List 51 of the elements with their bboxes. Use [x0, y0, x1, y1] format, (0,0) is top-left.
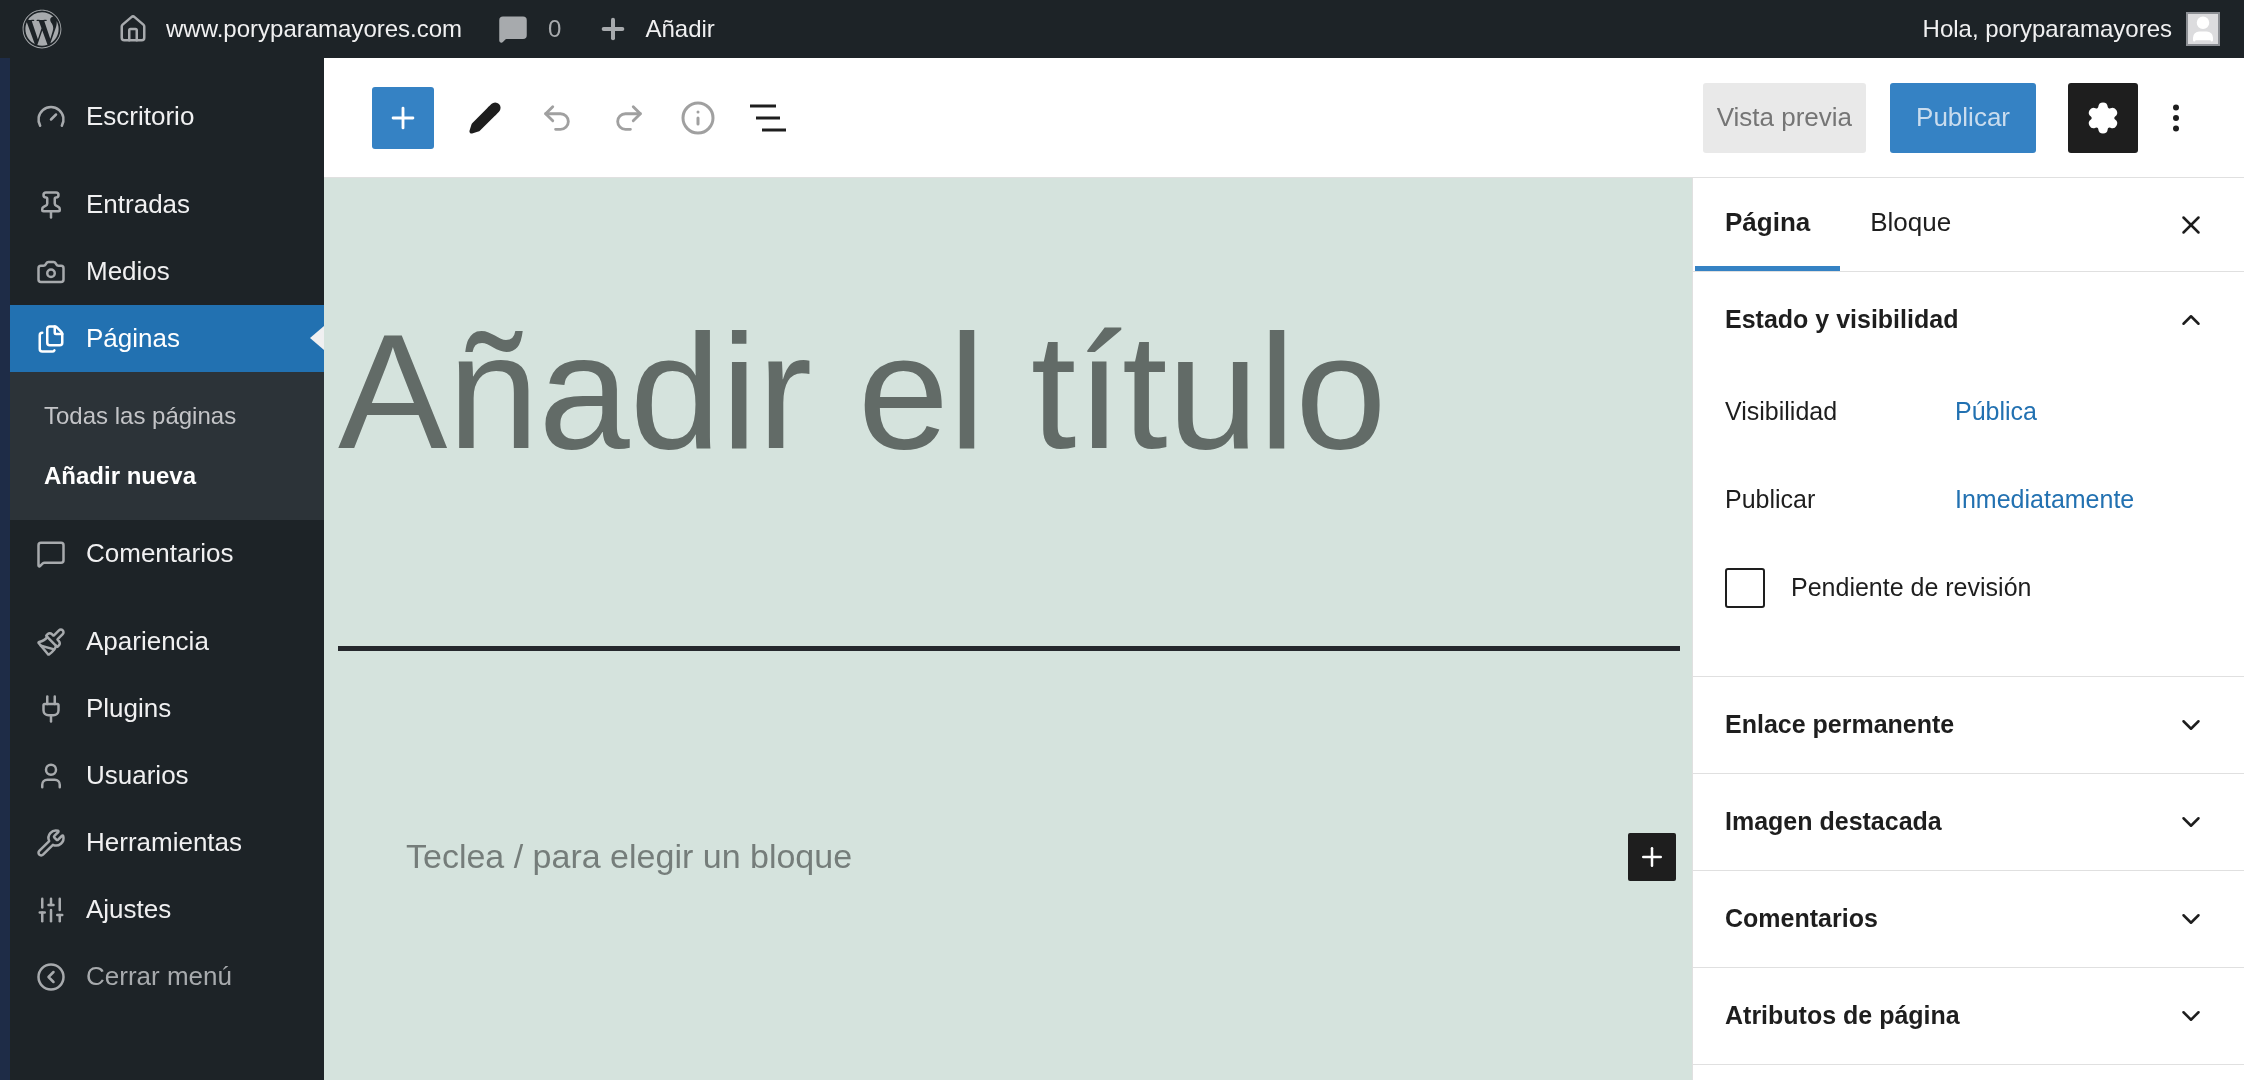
submenu-item[interactable]: Todas las páginas	[10, 386, 324, 446]
avatar-icon[interactable]	[2186, 12, 2220, 46]
sidebar-item[interactable]: Ajustes	[10, 876, 324, 943]
sidebar-item[interactable]: Cerrar menú	[10, 943, 324, 1010]
pencil-icon[interactable]	[468, 100, 502, 135]
new-link[interactable]: Añadir	[645, 11, 715, 47]
sidebar-item[interactable]: Usuarios	[10, 742, 324, 809]
checkbox[interactable]	[1725, 568, 1765, 608]
pages-icon	[36, 323, 66, 354]
wordpress-logo-icon[interactable]	[22, 9, 62, 49]
section-title: Atributos de página	[1725, 1000, 1960, 1032]
home-icon[interactable]	[118, 14, 148, 44]
sidebar-item[interactable]: Escritorio	[10, 83, 324, 150]
submenu-item[interactable]: Añadir nueva	[10, 446, 324, 506]
comment-count[interactable]: 0	[548, 11, 562, 47]
greeting-link[interactable]: Hola, poryparamayores	[1922, 11, 2172, 47]
site-link[interactable]: www.poryparamayores.com	[166, 11, 463, 47]
preview-button[interactable]: Vista previa	[1702, 82, 1867, 153]
circle-arrow-left-icon	[36, 961, 66, 992]
sidebar-item[interactable]: Medios	[10, 238, 324, 305]
checkbox-label: Pendiente de revisión	[1791, 572, 2032, 604]
section-header[interactable]: Atributos de página	[1693, 968, 2244, 1064]
wrench-icon	[36, 827, 66, 858]
field-label: Visibilidad	[1725, 396, 1839, 428]
section-title: Imagen destacada	[1725, 806, 1942, 838]
section-header[interactable]: Comentarios	[1693, 871, 2244, 967]
section-header[interactable]: Enlace permanente	[1693, 677, 2244, 773]
list-view-icon[interactable]	[750, 102, 786, 133]
sidebar-item[interactable]: Páginas	[10, 305, 324, 372]
sidebar-item[interactable]: Plugins	[10, 675, 324, 742]
sidebar-item[interactable]: Herramientas	[10, 809, 324, 876]
info-icon[interactable]	[680, 99, 716, 136]
section-title: Enlace permanente	[1725, 709, 1955, 741]
paintbrush-icon	[36, 626, 66, 657]
settings-button[interactable]	[2068, 82, 2138, 153]
section-header[interactable]: Imagen destacada	[1693, 774, 2244, 870]
section-title: Comentarios	[1725, 903, 1878, 935]
add-block-button[interactable]	[1628, 832, 1676, 881]
sidebar-item[interactable]: Entradas	[10, 171, 324, 238]
title-field[interactable]: Añadir el título	[338, 306, 1680, 479]
field-label: Publicar	[1725, 484, 1817, 516]
field-value-link[interactable]: Pública	[1955, 393, 2037, 431]
settings-icon	[2086, 100, 2120, 135]
comment-bubble-icon[interactable]	[498, 14, 529, 44]
sidebar-item[interactable]: Comentarios	[10, 520, 324, 587]
panel-tab[interactable]: Bloque	[1840, 178, 1982, 271]
panel-tab[interactable]: Página	[1695, 178, 1841, 271]
section-header[interactable]: Estado y visibilidad	[1693, 272, 2244, 368]
field-value-link[interactable]: Inmediatamente	[1955, 481, 2135, 519]
sidebar-item[interactable]: Apariencia	[10, 608, 324, 675]
section-title: Estado y visibilidad	[1725, 304, 1959, 336]
